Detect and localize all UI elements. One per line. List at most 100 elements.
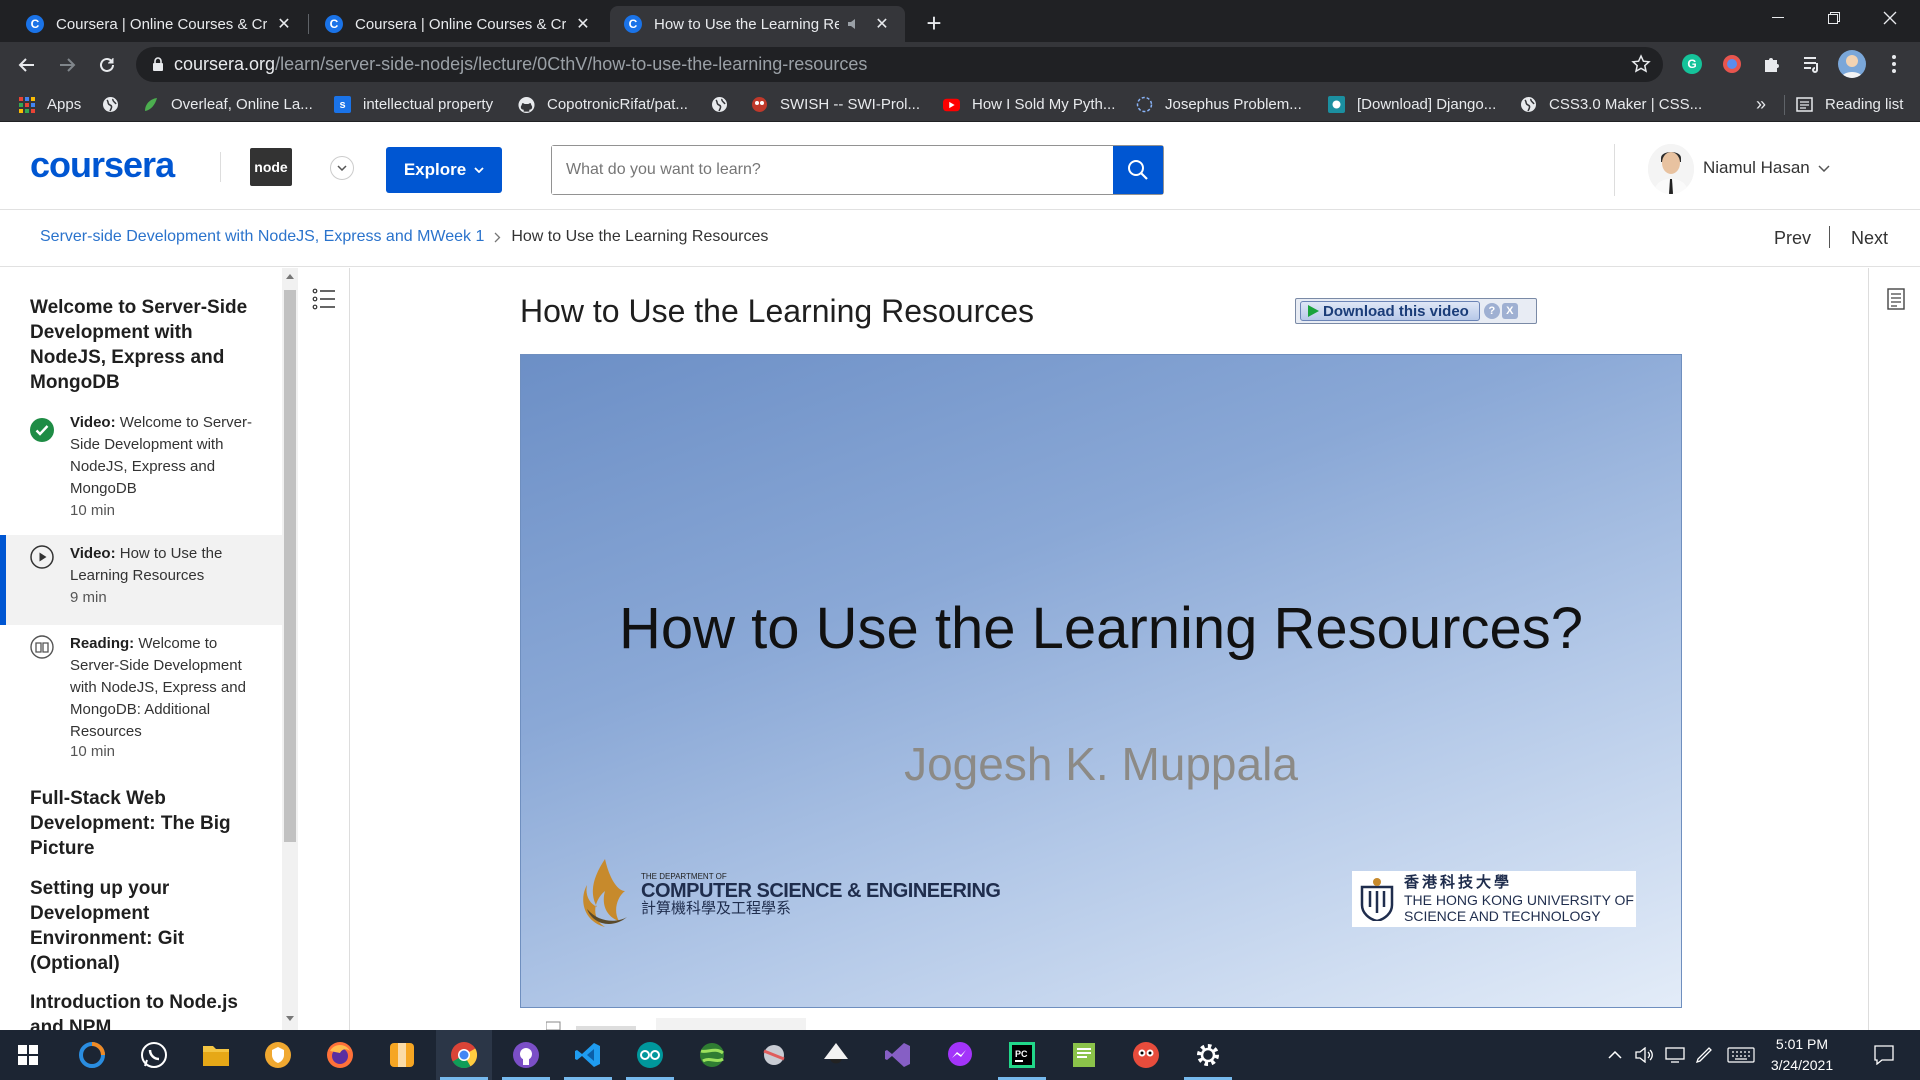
partner-dropdown-button[interactable]	[330, 156, 354, 180]
taskbar-app-github-desktop[interactable]	[498, 1030, 554, 1080]
taskbar-app-firefox[interactable]	[312, 1030, 368, 1080]
item-duration: 10 min	[70, 502, 116, 519]
bookmark-josephus[interactable]: Josephus Problem...	[1136, 87, 1302, 122]
url-text[interactable]: coursera.org/learn/server-side-nodejs/le…	[174, 54, 867, 75]
explore-button[interactable]: Explore	[386, 147, 502, 193]
coursera-favicon-icon: C	[624, 15, 642, 33]
taskbar-app-chrome[interactable]	[436, 1030, 492, 1080]
close-window-button[interactable]	[1862, 0, 1918, 36]
taskbar-app-whatsapp[interactable]	[126, 1030, 182, 1080]
bookmark-youtube[interactable]: How I Sold My Pyth...	[943, 87, 1115, 122]
taskbar-app-brave[interactable]	[250, 1030, 306, 1080]
scroll-up-arrow-icon[interactable]	[286, 274, 294, 279]
taskbar-app-archive[interactable]	[374, 1030, 430, 1080]
back-button[interactable]	[12, 50, 42, 80]
scrollbar-thumb[interactable]	[284, 290, 296, 842]
show-hidden-icons-button[interactable]	[1604, 1030, 1626, 1080]
coursera-logo[interactable]: coursera	[30, 144, 175, 186]
network-button[interactable]	[1662, 1030, 1688, 1080]
section-heading[interactable]: Full-Stack Web Development: The Big Pict…	[30, 786, 260, 861]
bookmark-github[interactable]: CopotronicRifat/pat...	[518, 87, 688, 122]
bookmark-css3-maker[interactable]: CSS3.0 Maker | CSS...	[1520, 87, 1702, 122]
close-tab-icon[interactable]: ✕	[574, 15, 592, 33]
address-bar[interactable]: coursera.org/learn/server-side-nodejs/le…	[136, 47, 1663, 82]
taskbar-app-satellite[interactable]	[746, 1030, 802, 1080]
partner-logo[interactable]: node	[250, 148, 292, 186]
lock-icon[interactable]	[152, 57, 164, 72]
taskbar-app-file-explorer[interactable]	[188, 1030, 244, 1080]
sidebar-scrollbar[interactable]	[282, 268, 298, 1030]
video-player[interactable]: How to Use the Learning Resources? Joges…	[520, 354, 1682, 1008]
media-control-icon[interactable]	[1800, 52, 1824, 76]
item-type: Video:	[70, 414, 116, 431]
bookmark-globe[interactable]	[102, 87, 119, 122]
profile-avatar-icon[interactable]	[1838, 50, 1866, 78]
touch-keyboard-button[interactable]	[1724, 1030, 1758, 1080]
action-center-button[interactable]	[1864, 1030, 1904, 1080]
taskbar-app-visual-studio[interactable]	[870, 1030, 926, 1080]
audio-playing-icon[interactable]	[843, 15, 865, 33]
bookmark-overleaf[interactable]: Overleaf, Online La...	[142, 87, 313, 122]
more-bookmarks-button[interactable]: »	[1756, 87, 1766, 122]
new-tab-button[interactable]: +	[920, 8, 948, 38]
notes-button[interactable]	[1887, 288, 1905, 310]
windows-start-button[interactable]	[0, 1030, 56, 1080]
user-menu[interactable]: Niamul Hasan	[1703, 158, 1830, 178]
taskbar-app-notepad[interactable]	[1056, 1030, 1112, 1080]
chrome-menu-icon[interactable]	[1882, 52, 1906, 76]
archive-app-icon	[390, 1043, 414, 1067]
bookmark-intellectual-property[interactable]: s intellectual property	[334, 87, 493, 122]
network-icon	[1665, 1047, 1685, 1063]
section-heading[interactable]: Setting up your Development Environment:…	[30, 876, 260, 976]
slide-title: How to Use the Learning Resources?	[619, 596, 1583, 661]
reading-list-button[interactable]: Reading list	[1796, 87, 1903, 122]
close-tab-icon[interactable]: ✕	[873, 15, 891, 33]
taskbar-app-inkscape[interactable]	[808, 1030, 864, 1080]
extensions-puzzle-icon[interactable]	[1760, 52, 1784, 76]
outline-item[interactable]: Video: Welcome to Server-Side Developmen…	[0, 412, 282, 519]
restore-window-button[interactable]	[1806, 0, 1862, 36]
outline-item[interactable]: Reading: Welcome to Server-Side Developm…	[0, 633, 282, 783]
prev-link[interactable]: Prev	[1774, 228, 1811, 249]
browser-tab-active[interactable]: C How to Use the Learning Resources ✕	[610, 6, 905, 42]
outline-list-toggle-button[interactable]	[312, 288, 336, 310]
bookmark-django[interactable]: [Download] Django...	[1328, 87, 1496, 122]
download-help-icon[interactable]: ?	[1483, 303, 1500, 319]
download-close-icon[interactable]: X	[1501, 303, 1518, 319]
forward-button[interactable]	[52, 50, 82, 80]
volume-button[interactable]	[1632, 1030, 1658, 1080]
taskbar-app-search[interactable]	[64, 1030, 120, 1080]
taskbar-app-pycharm[interactable]: PC	[994, 1030, 1050, 1080]
bookmark-swish[interactable]: SWISH -- SWI-Prol...	[751, 87, 920, 122]
outline-item-current[interactable]: Video: How to Use the Learning Resources…	[0, 535, 282, 625]
section-heading[interactable]: Welcome to Server-Side Development with …	[30, 295, 260, 395]
bookmark-globe[interactable]	[711, 87, 728, 122]
taskbar-app-character[interactable]	[1118, 1030, 1174, 1080]
breadcrumb-current: How to Use the Learning Resources	[511, 228, 769, 245]
breadcrumb-course-link[interactable]: Server-side Development with NodeJS, Exp…	[40, 228, 484, 246]
search-button[interactable]	[1113, 146, 1163, 194]
bookmark-star-icon[interactable]	[1631, 54, 1651, 74]
taskbar-app-messenger[interactable]	[932, 1030, 988, 1080]
taskbar-app-vscode[interactable]	[560, 1030, 616, 1080]
search-input[interactable]	[552, 146, 1113, 194]
avatar[interactable]	[1648, 144, 1694, 194]
section-heading[interactable]: Introduction to Node.js and NPM	[30, 990, 260, 1030]
next-link[interactable]: Next	[1851, 228, 1888, 249]
minimize-window-button[interactable]	[1750, 0, 1806, 36]
download-video-button[interactable]: Download this video	[1300, 301, 1480, 321]
browser-tab[interactable]: C Coursera | Online Courses & Credential…	[311, 6, 606, 42]
taskbar-app-settings[interactable]	[1180, 1030, 1236, 1080]
bookmark-apps[interactable]: Apps	[18, 87, 81, 122]
dept-name: COMPUTER SCIENCE & ENGINEERING	[641, 879, 1001, 902]
reload-button[interactable]	[92, 50, 122, 80]
taskbar-app-globe[interactable]	[684, 1030, 740, 1080]
taskbar-app-arduino[interactable]	[622, 1030, 678, 1080]
extension-icon[interactable]	[1720, 52, 1744, 76]
scroll-down-arrow-icon[interactable]	[286, 1016, 294, 1021]
close-tab-icon[interactable]: ✕	[275, 15, 293, 33]
pen-workspace-button[interactable]	[1692, 1030, 1718, 1080]
grammarly-extension-icon[interactable]: G	[1680, 52, 1704, 76]
system-clock[interactable]: 5:01 PM 3/24/2021	[1762, 1034, 1842, 1076]
browser-tab[interactable]: C Coursera | Online Courses & Credential…	[12, 6, 307, 42]
